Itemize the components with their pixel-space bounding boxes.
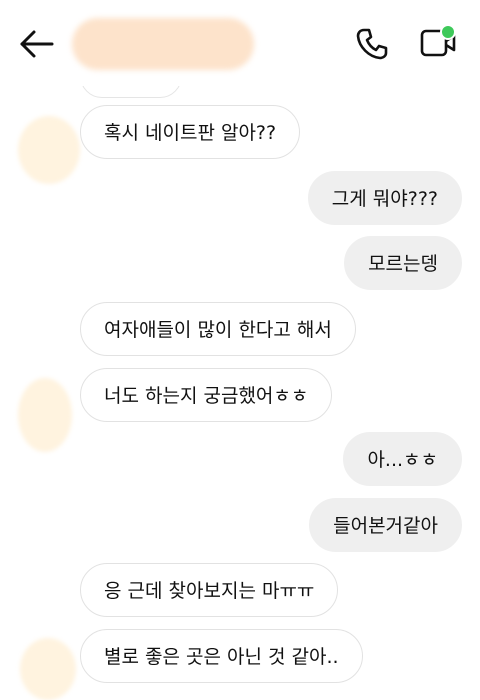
contact-avatar[interactable] — [18, 378, 72, 452]
message-bubble-incoming[interactable]: 응 근데 찾아보지는 마ㅠㅠ — [80, 563, 339, 617]
arrow-left-icon — [20, 30, 54, 58]
contact-name-redacted[interactable] — [72, 18, 254, 70]
online-status-dot — [440, 24, 456, 40]
message-bubble-incoming[interactable]: 혹시 네이트판 알아?? — [80, 105, 301, 159]
message-bubble-outgoing[interactable]: 들어본거같아 — [309, 498, 462, 552]
chat-header — [0, 0, 480, 86]
audio-call-button[interactable] — [354, 26, 390, 62]
message-bubble-outgoing[interactable]: 그게 뭐야??? — [307, 171, 462, 225]
message-bubble-outgoing[interactable]: 모르는뎅 — [344, 236, 462, 290]
back-button[interactable] — [18, 26, 58, 62]
contact-avatar[interactable] — [18, 116, 80, 184]
contact-avatar[interactable] — [20, 638, 76, 700]
message-bubble-outgoing[interactable]: 아...ㅎㅎ — [343, 432, 462, 486]
phone-icon — [356, 28, 388, 60]
message-bubble-incoming[interactable]: 여자애들이 많이 한다고 해서 — [80, 302, 356, 356]
message-bubble-incoming[interactable]: 너도 하는지 궁금했어ㅎㅎ — [80, 368, 333, 422]
message-bubble-incoming[interactable]: 별로 좋은 곳은 아닌 것 같아.. — [80, 629, 363, 683]
